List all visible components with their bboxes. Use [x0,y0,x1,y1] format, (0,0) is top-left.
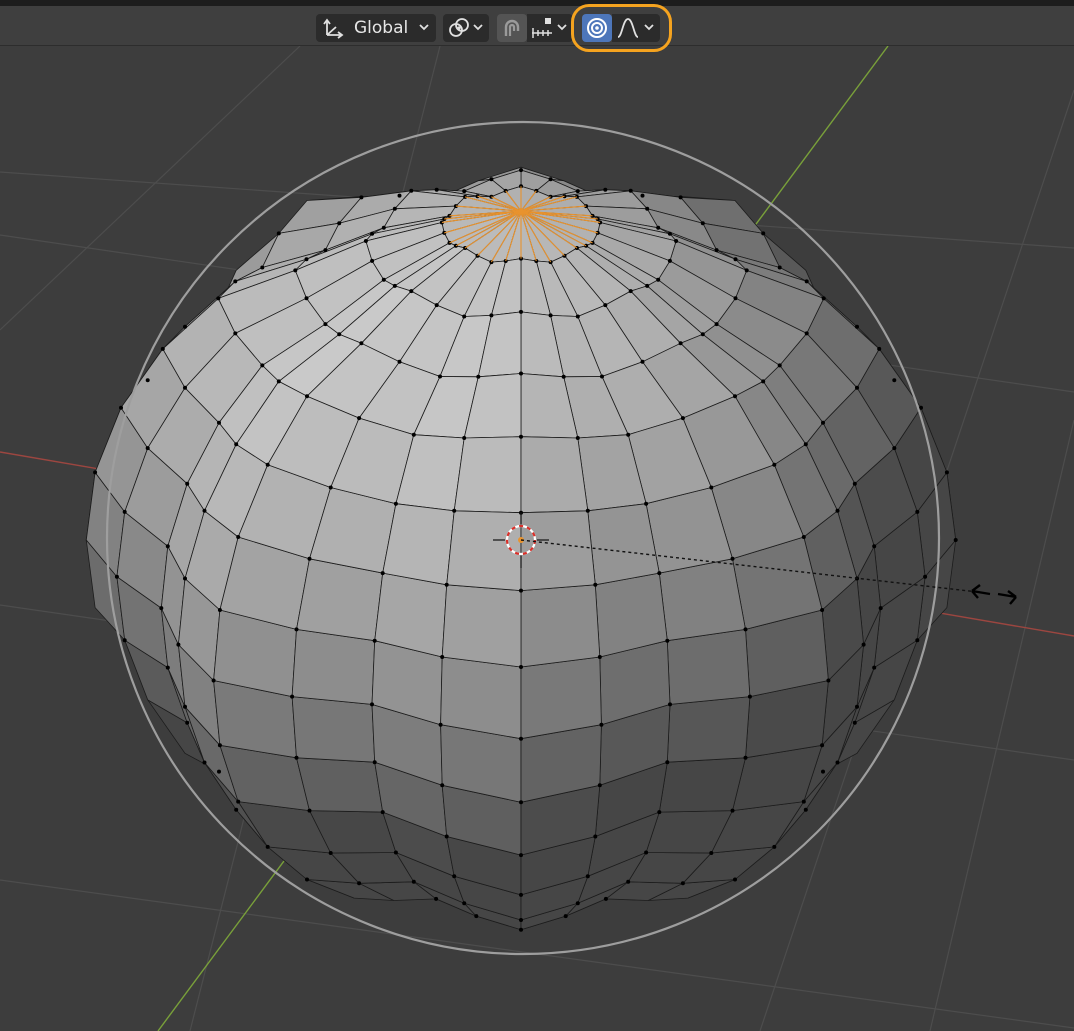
snap-increment-icon [530,16,556,40]
pivot-point-icon [447,16,471,40]
chevron-down-icon [472,21,484,33]
transform-orientation-dropdown[interactable]: Global [316,14,436,42]
snap-magnet-icon [500,16,524,40]
chevron-down-icon [556,21,568,33]
pivot-point-dropdown[interactable] [443,14,489,42]
annotation-highlight-circle [571,4,672,52]
viewport-header: Global [0,6,1074,46]
chevron-down-icon [418,21,430,33]
scale-cursor-arrows-icon [971,584,1017,605]
transform-orientation-label: Global [354,18,409,38]
snap-target-dropdown[interactable] [527,14,573,42]
snap-toggle-button[interactable] [497,14,527,42]
transform-orientation-icon [322,16,346,40]
3d-viewport[interactable] [0,46,1074,1031]
mesh-object[interactable] [85,166,958,932]
